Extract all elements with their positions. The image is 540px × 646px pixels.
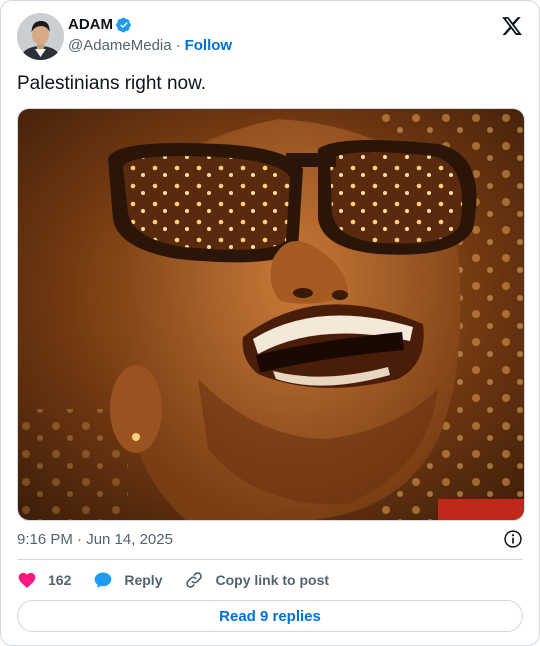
timestamp-row: 9:16 PM · Jun 14, 2025: [17, 529, 523, 549]
verified-badge-icon: [116, 17, 131, 33]
reply-label: Reply: [124, 572, 163, 588]
link-icon: [186, 572, 203, 588]
author-handle[interactable]: @AdameMedia: [68, 37, 172, 55]
action-bar: 162 Reply Copy link to post: [17, 569, 351, 591]
info-icon[interactable]: [503, 529, 523, 549]
like-count: 162: [48, 572, 72, 588]
separator-dot: ·: [175, 37, 181, 54]
author-display-name[interactable]: ADAM: [68, 16, 113, 34]
follow-button[interactable]: Follow: [185, 37, 233, 55]
media-illustration: [18, 109, 524, 520]
speech-bubble-icon: [95, 572, 112, 588]
copy-link-button[interactable]: Copy link to post: [184, 570, 329, 590]
like-button[interactable]: 162: [17, 570, 71, 590]
copy-link-label: Copy link to post: [215, 572, 330, 588]
reply-button[interactable]: Reply: [93, 570, 162, 590]
embedded-post-card: ADAM @AdameMedia · Follow Palestinians r…: [0, 0, 540, 646]
post-media-image[interactable]: [17, 108, 525, 521]
post-timestamp[interactable]: 9:16 PM · Jun 14, 2025: [17, 531, 173, 548]
read-replies-button[interactable]: Read 9 replies: [17, 600, 523, 632]
post-text: Palestinians right now.: [17, 73, 207, 94]
display-name-row: ADAM: [68, 16, 232, 34]
author-names: ADAM @AdameMedia · Follow: [68, 16, 232, 55]
avatar-image: [17, 13, 64, 60]
heart-icon: [18, 572, 36, 588]
x-logo-icon[interactable]: [501, 15, 523, 37]
post-header: ADAM @AdameMedia · Follow: [17, 13, 525, 61]
handle-row: @AdameMedia · Follow: [68, 37, 232, 55]
divider: [17, 559, 523, 560]
author-avatar[interactable]: [17, 13, 64, 60]
